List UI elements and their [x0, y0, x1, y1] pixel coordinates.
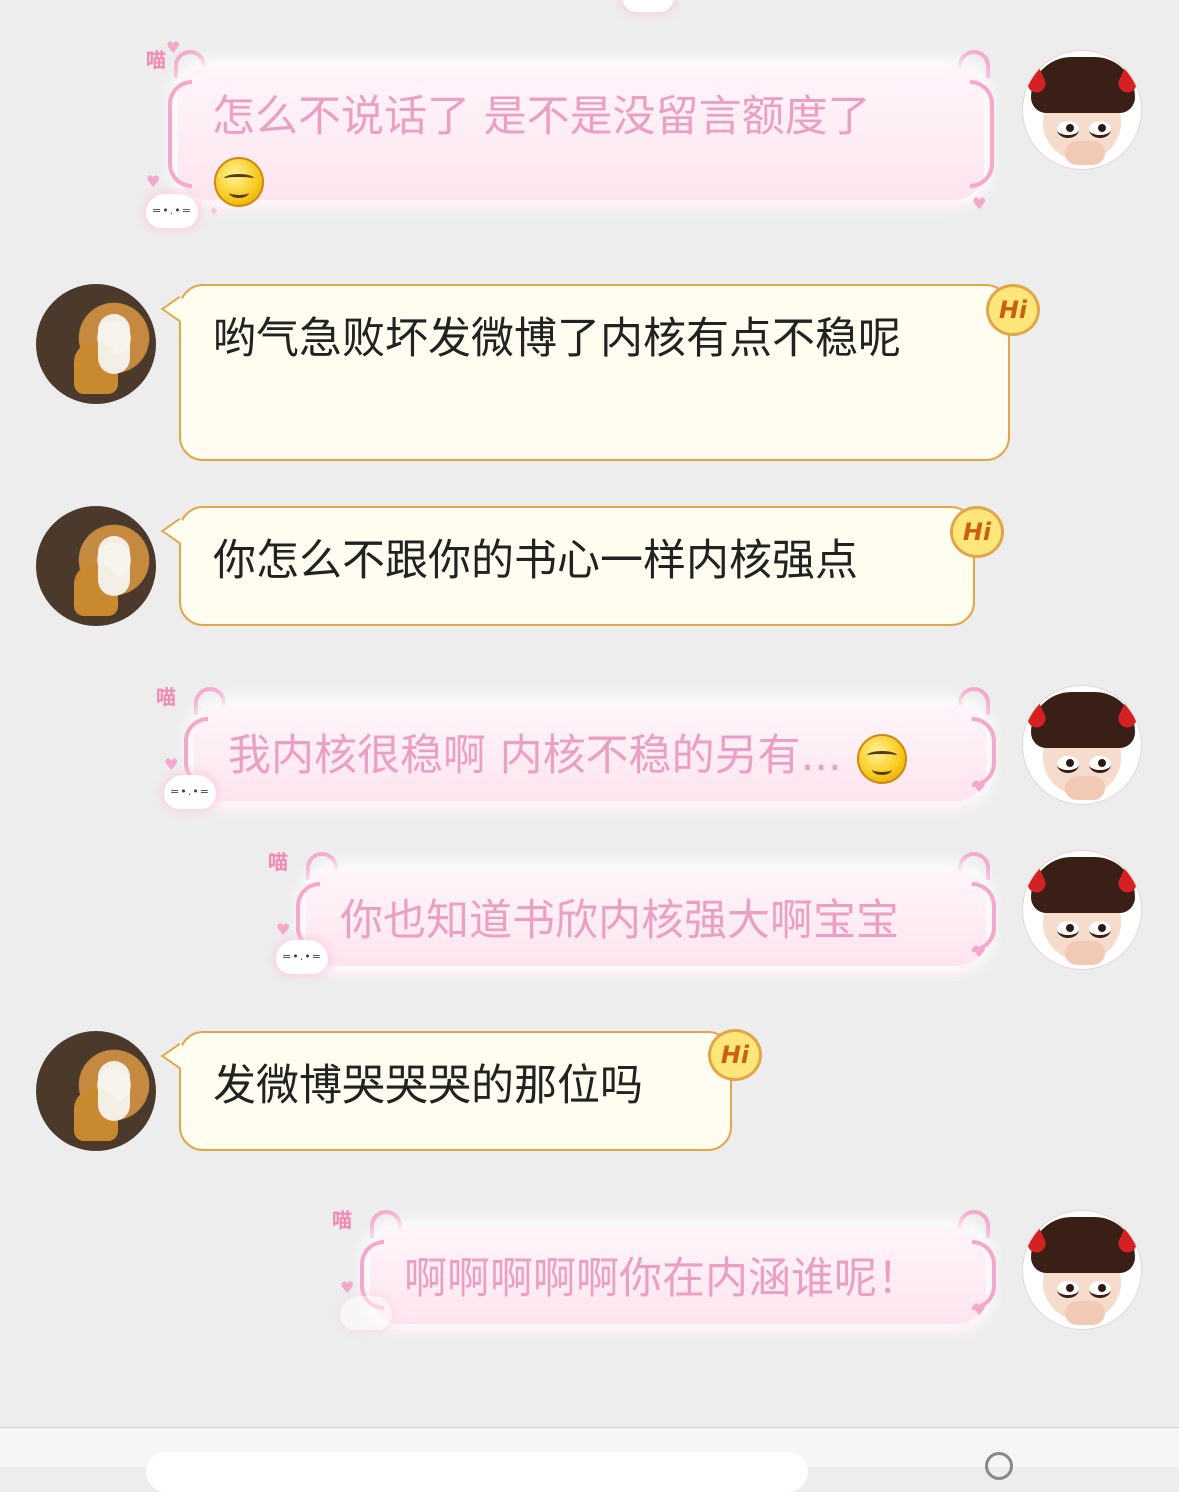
hi-badge-icon: Hi	[950, 506, 1004, 558]
smirk-emoji-icon	[214, 156, 264, 207]
message-bubble-friend[interactable]: 哟气急败坏发微博了内核有点不稳呢	[179, 284, 1010, 461]
avatar-self[interactable]	[1022, 1210, 1142, 1330]
heart-icon: ♥	[972, 1300, 987, 1319]
heart-icon: ♥	[972, 942, 987, 961]
hi-badge-icon: Hi	[986, 284, 1040, 336]
bubble-decoration-label: 喵	[268, 850, 288, 874]
bubble-bracket	[970, 80, 994, 188]
message-bubble-self[interactable]: 啊啊啊啊啊你在内涵谁呢！	[360, 1228, 996, 1324]
cat-sticker-icon: =•.•=	[164, 775, 216, 809]
message-text: 怎么不说话了 是不是没留言额度了	[212, 92, 871, 142]
sparkle-icon: ✦	[208, 204, 220, 220]
avatar-friend[interactable]	[36, 506, 156, 626]
avatar-friend[interactable]	[36, 1031, 156, 1151]
message-bubble-self[interactable]: 你也知道书欣内核强大啊宝宝	[296, 870, 996, 966]
cat-sticker-icon: =•.•=	[276, 940, 328, 974]
bubble-bracket	[168, 80, 192, 188]
heart-icon: ♥	[340, 1278, 355, 1297]
avatar-self[interactable]	[1022, 50, 1142, 170]
chat-area: 喵 ♥ 怎么不说话了 是不是没留言额度了 ♥ =•.•= ✦ ♥ 哟气急败坏发微…	[0, 0, 1179, 1427]
avatar-self[interactable]	[1022, 850, 1142, 970]
message-bubble-friend[interactable]: 发微博哭哭哭的那位吗	[179, 1031, 732, 1151]
heart-icon: ♥	[972, 777, 987, 796]
message-text: 哟气急败坏发微博了内核有点不稳呢	[213, 314, 901, 364]
message-text: 你怎么不跟你的书心一样内核强点	[213, 536, 858, 586]
heart-icon: ♥	[164, 755, 179, 774]
heart-icon: ♥	[972, 194, 987, 213]
hi-badge-icon: Hi	[708, 1029, 762, 1081]
message-row: 喵 ♥ 怎么不说话了 是不是没留言额度了 ♥ =•.•= ✦ ♥	[0, 0, 1179, 240]
heart-icon: ♥	[146, 172, 161, 191]
heart-icon: ♥	[276, 920, 291, 939]
message-bubble-friend[interactable]: 你怎么不跟你的书心一样内核强点	[179, 506, 975, 626]
message-row: 喵 我内核很稳啊 内核不稳的另有... ♥ =•.•= ♥	[0, 675, 1179, 825]
message-text: 我内核很稳啊 内核不稳的另有...	[228, 731, 842, 781]
bubble-decoration-label: 喵	[156, 685, 176, 709]
bubble-decoration-label: 喵	[332, 1208, 352, 1232]
cat-sticker-icon: =•.•=	[146, 194, 198, 228]
avatar-self[interactable]	[1022, 685, 1142, 805]
emoji-icon[interactable]	[985, 1452, 1013, 1480]
message-text: 发微博哭哭哭的那位吗	[213, 1061, 643, 1111]
message-row: 喵 你也知道书欣内核强大啊宝宝 ♥ =•.•= ♥	[0, 840, 1179, 990]
message-row: 发微博哭哭哭的那位吗 Hi	[0, 1027, 1179, 1157]
smirk-emoji-icon	[857, 733, 908, 784]
message-row: 你怎么不跟你的书心一样内核强点 Hi	[0, 502, 1179, 632]
message-text: 啊啊啊啊啊你在内涵谁呢！	[404, 1254, 920, 1304]
cat-sticker-icon	[340, 1296, 392, 1330]
bubble-decoration-label: 喵	[146, 48, 166, 72]
message-row: 哟气急败坏发微博了内核有点不稳呢 Hi	[0, 280, 1179, 470]
message-row: 喵 啊啊啊啊啊你在内涵谁呢！ ♥ ♥	[0, 1198, 1179, 1348]
message-input[interactable]	[146, 1452, 808, 1492]
message-text: 你也知道书欣内核强大啊宝宝	[340, 896, 899, 946]
message-bubble-self[interactable]: 怎么不说话了 是不是没留言额度了	[168, 66, 994, 207]
message-bubble-self[interactable]: 我内核很稳啊 内核不稳的另有...	[184, 705, 996, 801]
input-bar	[0, 1427, 1179, 1492]
avatar-friend[interactable]	[36, 284, 156, 404]
